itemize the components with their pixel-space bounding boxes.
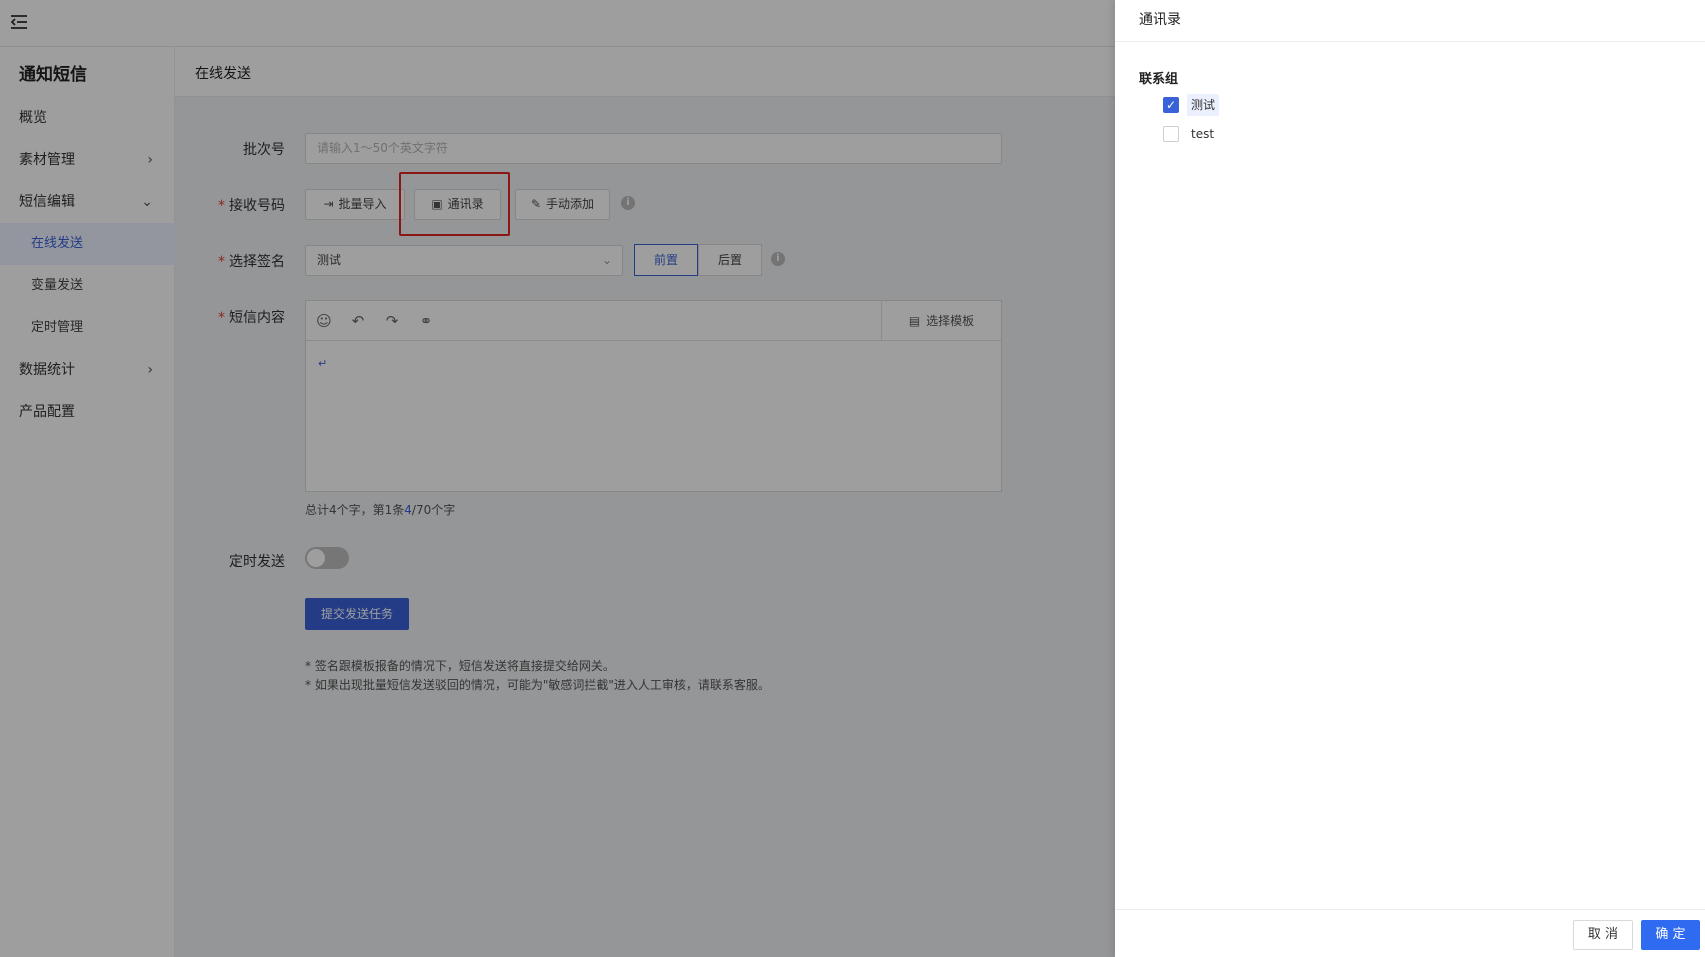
confirm-button[interactable]: 确 定 [1641,920,1700,950]
drawer-footer: 取 消 确 定 [1115,909,1705,957]
cancel-button[interactable]: 取 消 [1573,920,1633,950]
checkbox-checked[interactable]: ✓ [1163,97,1179,113]
drawer-header: 通讯录 [1115,0,1705,42]
group-option-label: 测试 [1187,94,1220,116]
modal-mask[interactable] [0,0,1115,957]
contacts-drawer: 通讯录 联系组 ✓ 测试 test 取 消 确 定 [1115,0,1705,957]
checkbox[interactable] [1163,126,1179,142]
drawer-title: 通讯录 [1139,12,1181,28]
contact-group-label: 联系组 [1139,72,1179,87]
group-option-label: test [1191,127,1215,141]
